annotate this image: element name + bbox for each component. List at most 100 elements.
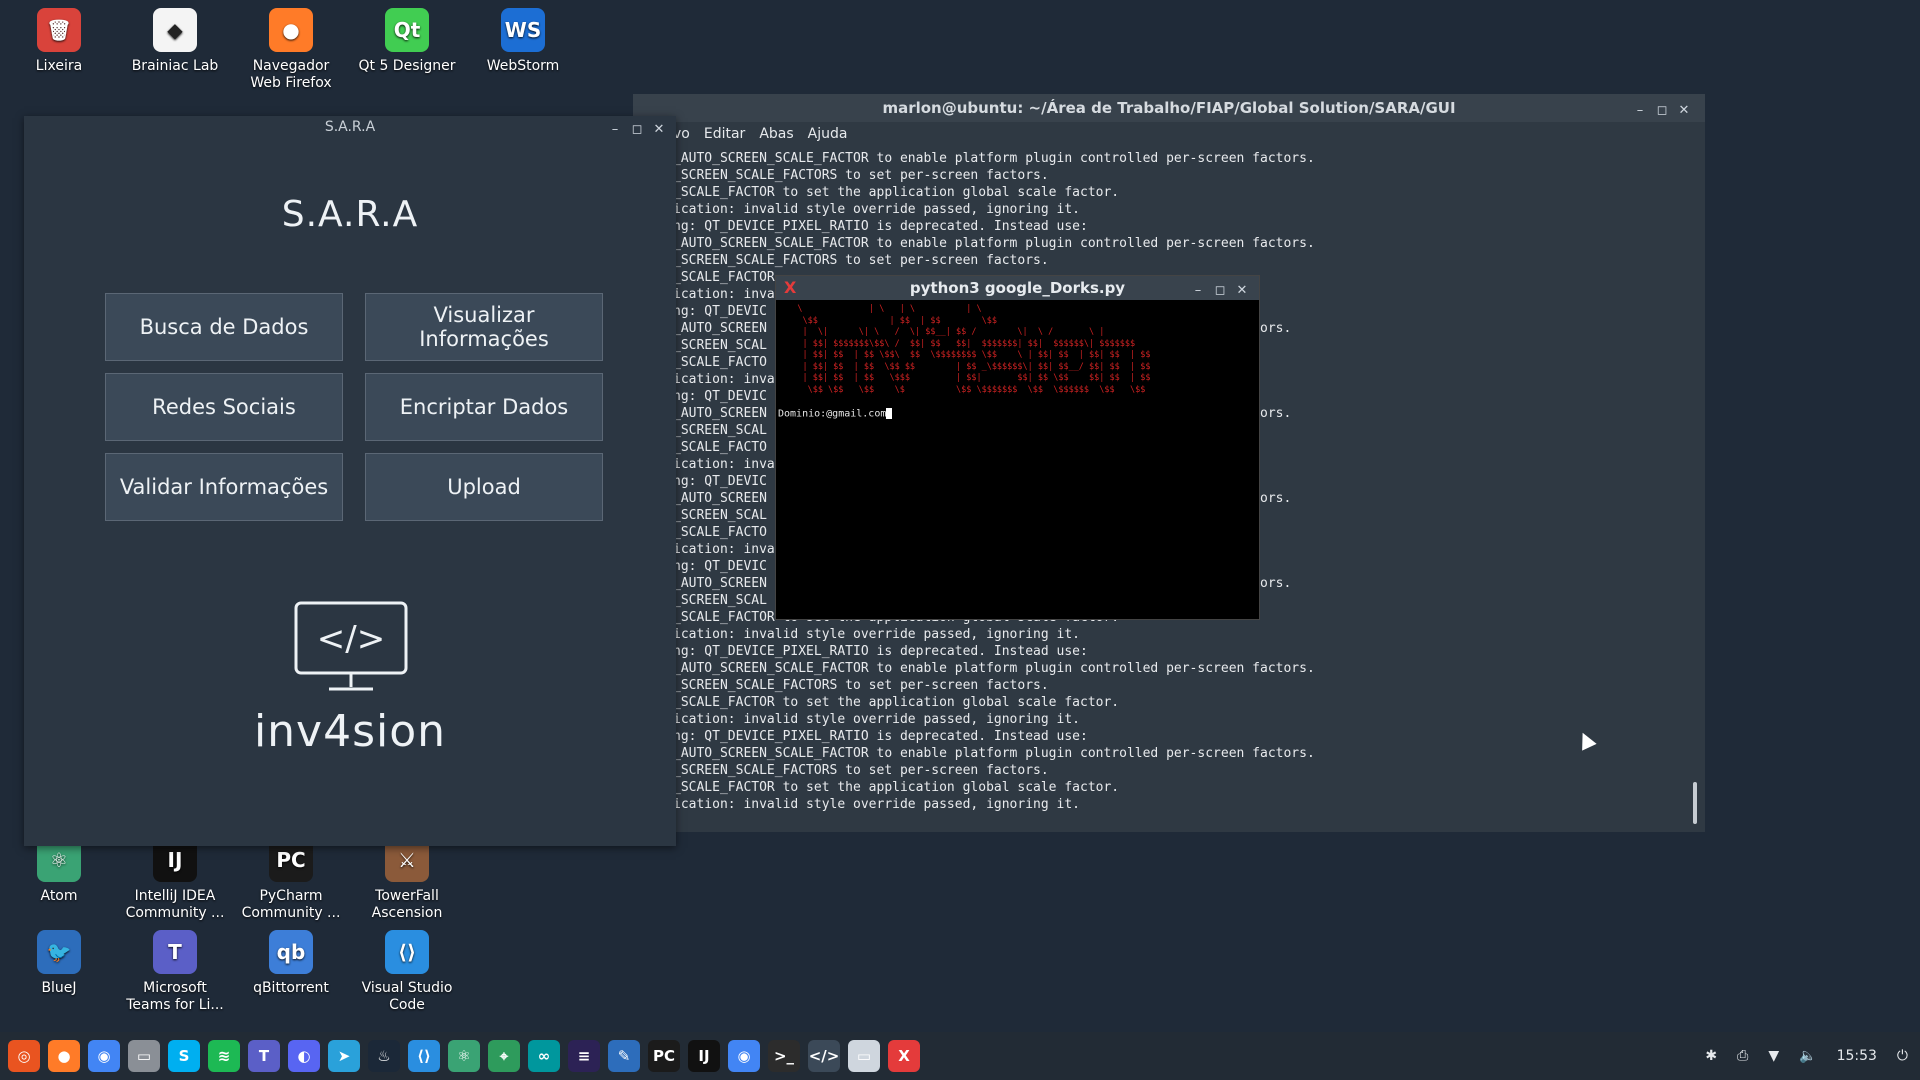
app-icon: 🐦 (37, 930, 81, 974)
desktop-icon[interactable]: PC PyCharm Community ... (236, 838, 346, 922)
terminal-line: _SCALE_FACTOR to set the application glo… (673, 185, 1120, 200)
menu-editar[interactable]: Editar (704, 126, 745, 142)
desktop-icon-label: IntelliJ IDEA Community ... (125, 888, 225, 921)
maximize-icon[interactable]: ◻ (626, 122, 648, 137)
minimize-icon[interactable]: – (1187, 283, 1209, 298)
text-cursor (886, 408, 893, 419)
terminal-line: ng: QT_DEVICE_PIXEL_RATIO is deprecated.… (673, 219, 1088, 234)
desktop-icon[interactable]: 🗑 Lixeira (4, 8, 114, 75)
taskbar-intellij-icon[interactable]: IJ (688, 1040, 720, 1072)
taskbar-inv4sion-icon[interactable]: </> (808, 1040, 840, 1072)
terminal-titlebar[interactable]: marlon@ubuntu: ~/Área de Trabalho/FIAP/G… (633, 94, 1705, 122)
taskbar-files-icon[interactable]: ▭ (128, 1040, 160, 1072)
banner-line: \$$ | $$ | $$ \$$ (782, 315, 997, 326)
banner-line: | $$| $$ | $$ \$$$ | $$| $$| $$ \$$ $$| … (782, 373, 1151, 383)
terminal-line: _SCREEN_SCALE_FACTORS to set per-screen … (673, 763, 1049, 778)
volume-icon[interactable]: 🔈 (1799, 1048, 1816, 1064)
encriptar-dados-button[interactable]: Encriptar Dados (365, 373, 603, 441)
sara-window[interactable]: S.A.R.A – ◻ ✕ S.A.R.A Busca de Dados Visua… (24, 116, 676, 846)
desktop-icon-label: TowerFall Ascension (371, 888, 443, 921)
desktop-icon-label: PyCharm Community ... (241, 888, 341, 921)
banner-line: | $$| $$ | $$ \$$\ $$ \$$$$$$$$ \$$ \ | … (782, 350, 1151, 360)
taskbar-pycharm-icon[interactable]: PC (648, 1040, 680, 1072)
taskbar-chrome-icon[interactable]: ◉ (88, 1040, 120, 1072)
redes-sociais-button[interactable]: Redes Sociais (105, 373, 343, 441)
power-icon[interactable]: ⏻ (1897, 1048, 1908, 1064)
menu-ajuda[interactable]: Ajuda (808, 126, 848, 142)
sara-titlebar[interactable]: S.A.R.A – ◻ ✕ (24, 116, 676, 138)
banner-line: | $$| $$ | $$ \$$ $$ | $$ _\$$$$$$\| $$|… (782, 361, 1151, 372)
close-icon[interactable]: ✕ (1231, 283, 1253, 298)
desktop-icon[interactable]: ⚔ TowerFall Ascension (352, 838, 462, 922)
minimize-icon[interactable]: – (1629, 103, 1651, 118)
taskbar-window-icon[interactable]: ▭ (848, 1040, 880, 1072)
app-icon: 🗑 (37, 8, 81, 52)
dorks-terminal-window[interactable]: X python3 google_Dorks.py – ◻ ✕ \ | \ | \ … (775, 275, 1260, 620)
system-tray: ✱ ⎙ ▼ 🔈 15:53 ⏻ (1685, 1032, 1908, 1080)
taskbar-arduino-icon[interactable]: ∞ (528, 1040, 560, 1072)
desktop-icon[interactable]: 🐦 BlueJ (4, 930, 114, 997)
terminal-line: ng: QT_DEVICE_PIXEL_RATIO is deprecated.… (673, 729, 1088, 744)
taskbar-steam-icon[interactable]: ♨ (368, 1040, 400, 1072)
taskbar: ◎ ● ◉ ▭ S ≋ T ◐ ➤ ♨ ⟨⟩ ⚛ ⌖ ∞ ≡ ✎ PC IJ ◉ >_ </> ▭ X ✱ ⎙ ▼ 🔈 15… (0, 1032, 1920, 1080)
desktop-icon[interactable]: WS WebStorm (468, 8, 578, 75)
taskbar-maps-icon[interactable]: ⌖ (488, 1040, 520, 1072)
taskbar-eclipse-icon[interactable]: ≡ (568, 1040, 600, 1072)
visualizar-informacoes-button[interactable]: Visualizar Informações (365, 293, 603, 361)
close-icon[interactable]: ✕ (648, 122, 670, 137)
desktop-icon-label: Brainiac Lab (131, 58, 219, 74)
taskbar-spotify-icon[interactable]: ≋ (208, 1040, 240, 1072)
taskbar-atom-icon[interactable]: ⚛ (448, 1040, 480, 1072)
busca-de-dados-button[interactable]: Busca de Dados (105, 293, 343, 361)
terminal-scrollbar[interactable] (1693, 782, 1697, 824)
desktop-icon[interactable]: ◆ Brainiac Lab (120, 8, 230, 75)
maximize-icon[interactable]: ◻ (1209, 283, 1231, 298)
taskbar-bluej-icon[interactable]: ✎ (608, 1040, 640, 1072)
menu-abas[interactable]: Abas (759, 126, 793, 142)
desktop-icon-label: Qt 5 Designer (358, 58, 456, 74)
terminal-line: ng: QT_DEVICE_PIXEL_RATIO is deprecated.… (673, 644, 1088, 659)
bluetooth-icon[interactable]: ✱ (1705, 1048, 1717, 1064)
taskbar-ubuntu-icon[interactable]: ◎ (8, 1040, 40, 1072)
maximize-icon[interactable]: ◻ (1651, 103, 1673, 118)
upload-button[interactable]: Upload (365, 453, 603, 521)
terminal-line: ication: invalid style override passed, … (673, 202, 1080, 217)
desktop-icon[interactable]: qb qBittorrent (236, 930, 346, 997)
taskbar-terminal-icon[interactable]: >_ (768, 1040, 800, 1072)
desktop-icon-label: Microsoft Teams for Li... (126, 980, 224, 1013)
printer-icon[interactable]: ⎙ (1737, 1048, 1748, 1064)
wifi-icon[interactable]: ▼ (1768, 1048, 1779, 1064)
desktop-icon-label: Navegador Web Firefox (250, 58, 332, 91)
brand-name: inv4sion (253, 706, 447, 757)
app-icon: qb (269, 930, 313, 974)
minimize-icon[interactable]: – (604, 122, 626, 137)
desktop-icon[interactable]: ⟨⟩ Visual Studio Code (352, 930, 462, 1014)
banner-line: \ | \ | \ | \ (782, 304, 982, 314)
taskbar-telegram-icon[interactable]: ➤ (328, 1040, 360, 1072)
taskbar-discord-icon[interactable]: ◐ (288, 1040, 320, 1072)
dorks-titlebar[interactable]: X python3 google_Dorks.py – ◻ ✕ (776, 276, 1259, 300)
banner-line: \$$ \$$ \$$ \$ \$$ \$$$$$$$ \$$ \$$$$$$ … (782, 384, 1146, 395)
desktop-icon[interactable]: IJ IntelliJ IDEA Community ... (120, 838, 230, 922)
desktop-icon[interactable]: ⚛ Atom (4, 838, 114, 905)
terminal-line: _SCREEN_SCALE_FACTORS to set per-screen … (673, 168, 1049, 183)
taskbar-skype-icon[interactable]: S (168, 1040, 200, 1072)
desktop-icon[interactable]: ● Navegador Web Firefox (236, 8, 346, 92)
clock[interactable]: 15:53 (1837, 1048, 1877, 1064)
x-app-icon: X (784, 278, 797, 297)
taskbar-teams-icon[interactable]: T (248, 1040, 280, 1072)
sara-window-title: S.A.R.A (324, 119, 376, 135)
terminal-title: marlon@ubuntu: ~/Área de Trabalho/FIAP/G… (882, 99, 1456, 117)
app-icon: ● (269, 8, 313, 52)
desktop-icon[interactable]: Qt Qt 5 Designer (352, 8, 462, 75)
taskbar-vscode-icon[interactable]: ⟨⟩ (408, 1040, 440, 1072)
desktop-icon[interactable]: T Microsoft Teams for Li... (120, 930, 230, 1014)
close-icon[interactable]: ✕ (1673, 103, 1695, 118)
terminal-line: ication: invalid style override passed, … (673, 712, 1080, 727)
taskbar-dorks-icon[interactable]: X (888, 1040, 920, 1072)
validar-informacoes-button[interactable]: Validar Informações (105, 453, 343, 521)
dorks-prompt[interactable]: Dominio:@gmail.com (778, 408, 893, 420)
taskbar-chrome-window-icon[interactable]: ◉ (728, 1040, 760, 1072)
desktop-icon-label: Lixeira (35, 58, 83, 74)
taskbar-firefox-icon[interactable]: ● (48, 1040, 80, 1072)
